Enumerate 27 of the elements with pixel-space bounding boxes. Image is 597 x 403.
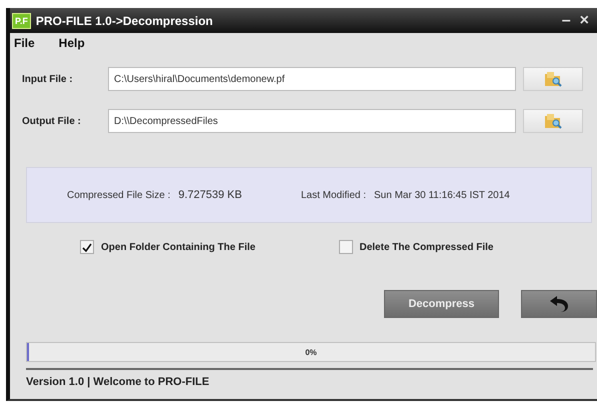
info-label: Last Modified : [300,190,366,200]
field-label: Input File : [22,74,74,84]
undo-arrow-icon [549,295,569,313]
menu-item[interactable]: Help [58,36,85,50]
browse-button[interactable] [523,109,583,133]
info-value: 9.727539 KB [178,189,242,201]
folder-search-icon [544,113,562,129]
decompress-button[interactable]: Decompress [384,290,499,318]
info-label: Compressed File Size : [67,190,170,200]
menu-item[interactable]: File [14,36,35,50]
close-button[interactable]: × [578,12,591,30]
progress-text: 0% [305,348,317,356]
window-title: PRO-FILE 1.0->Decompression [36,14,214,28]
checkbox-label: Delete The Compressed File [360,242,494,252]
app-logo: P.F [12,12,31,28]
path-field[interactable]: C:\Users\hiral\Documents\demonew.pf [108,67,516,91]
status-text: Version 1.0 | Welcome to PRO-FILE [26,376,210,388]
checkbox-label: Open Folder Containing The File [101,242,256,252]
minimize-button[interactable]: – [560,12,573,30]
folder-search-icon [544,71,562,87]
field-label: Output File : [22,116,82,126]
checkbox[interactable] [80,240,94,254]
browse-button[interactable] [523,67,583,91]
back-button[interactable] [521,290,597,318]
path-field[interactable]: D:\\DecompressedFiles [108,109,516,133]
checkbox[interactable] [338,240,352,254]
info-value: Sun Mar 30 11:16:45 IST 2014 [374,190,510,200]
